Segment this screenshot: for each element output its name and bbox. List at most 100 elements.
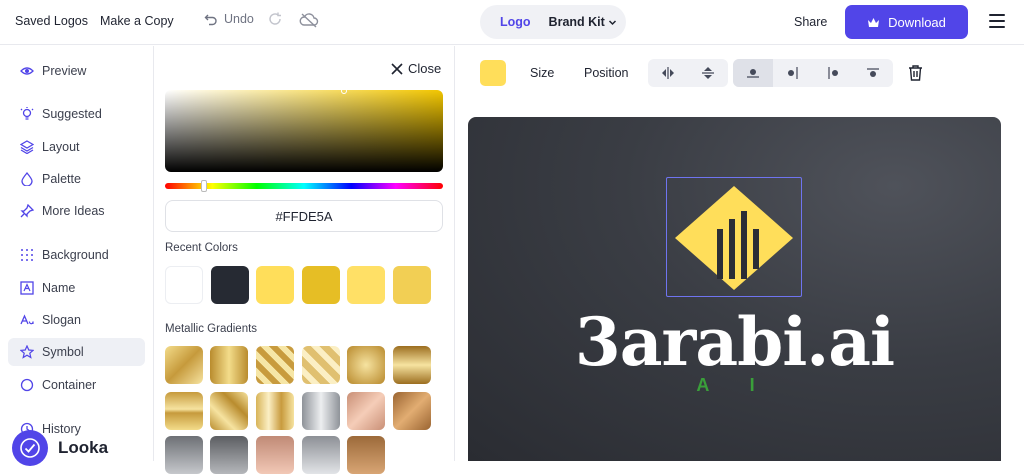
download-button[interactable]: Download	[845, 5, 968, 39]
position-button[interactable]: Position	[584, 66, 628, 80]
brand-kit-label: Brand Kit	[548, 15, 605, 29]
recent-color-swatch[interactable]	[393, 266, 431, 304]
hue-slider-handle[interactable]	[201, 180, 207, 192]
cloud-save-button[interactable]	[299, 12, 319, 33]
sidebar-nav: Preview Suggested Layout Palette More Id…	[0, 46, 154, 466]
metallic-swatch-bronze[interactable]	[393, 392, 431, 430]
undo-button[interactable]: Undo	[204, 12, 254, 26]
metallic-swatch-gold-4[interactable]	[302, 346, 340, 384]
sidebar-item-label: Layout	[42, 140, 80, 154]
hamburger-menu-icon[interactable]	[989, 14, 1005, 28]
saturation-value-picker[interactable]	[165, 88, 443, 172]
cloud-icon	[299, 13, 319, 28]
metallic-swatch-gold-3[interactable]	[256, 346, 294, 384]
font-icon	[20, 314, 34, 325]
metallic-swatch-gold-5[interactable]	[347, 346, 385, 384]
recent-color-swatch[interactable]	[347, 266, 386, 304]
sidebar-item-name[interactable]: Name	[8, 274, 145, 302]
logo-canvas: 3arabi.ai A I	[468, 117, 1001, 461]
metallic-swatch-gold-8[interactable]	[210, 392, 248, 430]
metallic-swatch-copper[interactable]	[256, 436, 294, 474]
logo-name-text[interactable]: 3arabi.ai	[468, 303, 1001, 381]
close-label: Close	[408, 61, 442, 76]
metallic-swatch-steel[interactable]	[165, 436, 203, 474]
position-right-icon	[788, 67, 798, 79]
symbol-toolbar: Size Position	[456, 46, 1024, 100]
star-icon	[20, 345, 34, 359]
recent-colors-label: Recent Colors	[165, 242, 238, 254]
metallic-swatch-rose[interactable]	[347, 392, 385, 430]
undo-label: Undo	[224, 12, 254, 26]
logo-slogan-text[interactable]: A I	[468, 375, 1001, 396]
metallic-swatch-brass[interactable]	[347, 436, 385, 474]
make-copy-link[interactable]: Make a Copy	[100, 14, 174, 28]
metallic-swatch-gold-6[interactable]	[393, 346, 431, 384]
symbol-color-button[interactable]	[480, 60, 506, 86]
flip-vertical-button[interactable]	[688, 59, 728, 87]
sidebar-item-label: Symbol	[42, 345, 84, 359]
logo-brandkit-switch: Logo Brand Kit	[480, 5, 626, 39]
saturation-handle[interactable]	[341, 88, 347, 94]
chevron-down-icon	[608, 19, 616, 25]
position-top-button[interactable]	[733, 59, 773, 87]
position-right-button[interactable]	[773, 59, 813, 87]
flip-horizontal-button[interactable]	[648, 59, 688, 87]
symbol-position-controls	[733, 59, 893, 87]
flip-vertical-icon	[702, 67, 714, 79]
grid-icon	[21, 249, 33, 261]
color-picker-panel: Close Recent Colors Metallic Gradients	[155, 46, 455, 474]
redo-button[interactable]	[268, 12, 282, 31]
sidebar-item-label: Preview	[42, 64, 87, 78]
eye-icon	[20, 67, 34, 75]
trash-icon	[909, 65, 922, 81]
sidebar-item-suggested[interactable]: Suggested	[8, 100, 145, 128]
sidebar-item-palette[interactable]: Palette	[8, 165, 145, 193]
recent-color-swatch[interactable]	[165, 266, 203, 304]
flip-controls	[648, 59, 728, 87]
metallic-swatch-gold-9[interactable]	[256, 392, 294, 430]
sidebar-item-more-ideas[interactable]: More Ideas	[8, 197, 145, 225]
top-bar: Saved Logos Make a Copy Undo Logo Brand …	[0, 0, 1024, 45]
position-bottom-icon	[867, 68, 879, 77]
layers-icon	[20, 140, 34, 154]
symbol-selection-box[interactable]	[666, 177, 802, 297]
position-bottom-button[interactable]	[853, 59, 893, 87]
hue-slider[interactable]	[165, 180, 443, 192]
drop-icon	[21, 172, 33, 186]
share-button[interactable]: Share	[794, 15, 827, 29]
metallic-swatch-platinum[interactable]	[302, 436, 340, 474]
position-left-button[interactable]	[813, 59, 853, 87]
sidebar-item-background[interactable]: Background	[8, 241, 145, 269]
sidebar-item-container[interactable]: Container	[8, 371, 145, 399]
recent-color-swatch[interactable]	[210, 266, 249, 304]
hex-color-input[interactable]	[165, 200, 443, 232]
saved-logos-link[interactable]: Saved Logos	[15, 14, 88, 28]
bulb-icon	[20, 107, 34, 120]
undo-icon	[204, 14, 217, 26]
circle-icon	[20, 378, 34, 392]
sidebar-item-label: Background	[42, 248, 109, 262]
crown-icon	[868, 17, 880, 27]
sidebar-item-symbol[interactable]: Symbol	[8, 338, 145, 366]
metallic-swatch-silver[interactable]	[302, 392, 340, 430]
metallic-swatch-gold-1[interactable]	[165, 346, 203, 384]
flip-horizontal-icon	[662, 67, 674, 79]
delete-symbol-button[interactable]	[908, 65, 923, 86]
sidebar-item-slogan[interactable]: Slogan	[8, 306, 145, 334]
size-button[interactable]: Size	[530, 66, 554, 80]
recent-color-swatch[interactable]	[301, 266, 340, 304]
sidebar-item-label: Slogan	[42, 313, 81, 327]
metallic-swatch-gold-7[interactable]	[165, 392, 203, 430]
sidebar-item-label: Container	[42, 378, 97, 392]
close-button[interactable]: Close	[391, 61, 441, 76]
metallic-swatch-gold-2[interactable]	[210, 346, 248, 384]
brand-name: Looka	[58, 438, 109, 457]
tab-logo[interactable]: Logo	[500, 15, 531, 29]
recent-color-swatch[interactable]	[256, 266, 295, 304]
sidebar-item-label: More Ideas	[42, 204, 105, 218]
metallic-swatch-graphite[interactable]	[210, 436, 248, 474]
sidebar-item-layout[interactable]: Layout	[8, 133, 145, 161]
tab-brand-kit[interactable]: Brand Kit	[549, 15, 617, 29]
sidebar-item-preview[interactable]: Preview	[8, 57, 145, 85]
download-label: Download	[888, 14, 946, 30]
